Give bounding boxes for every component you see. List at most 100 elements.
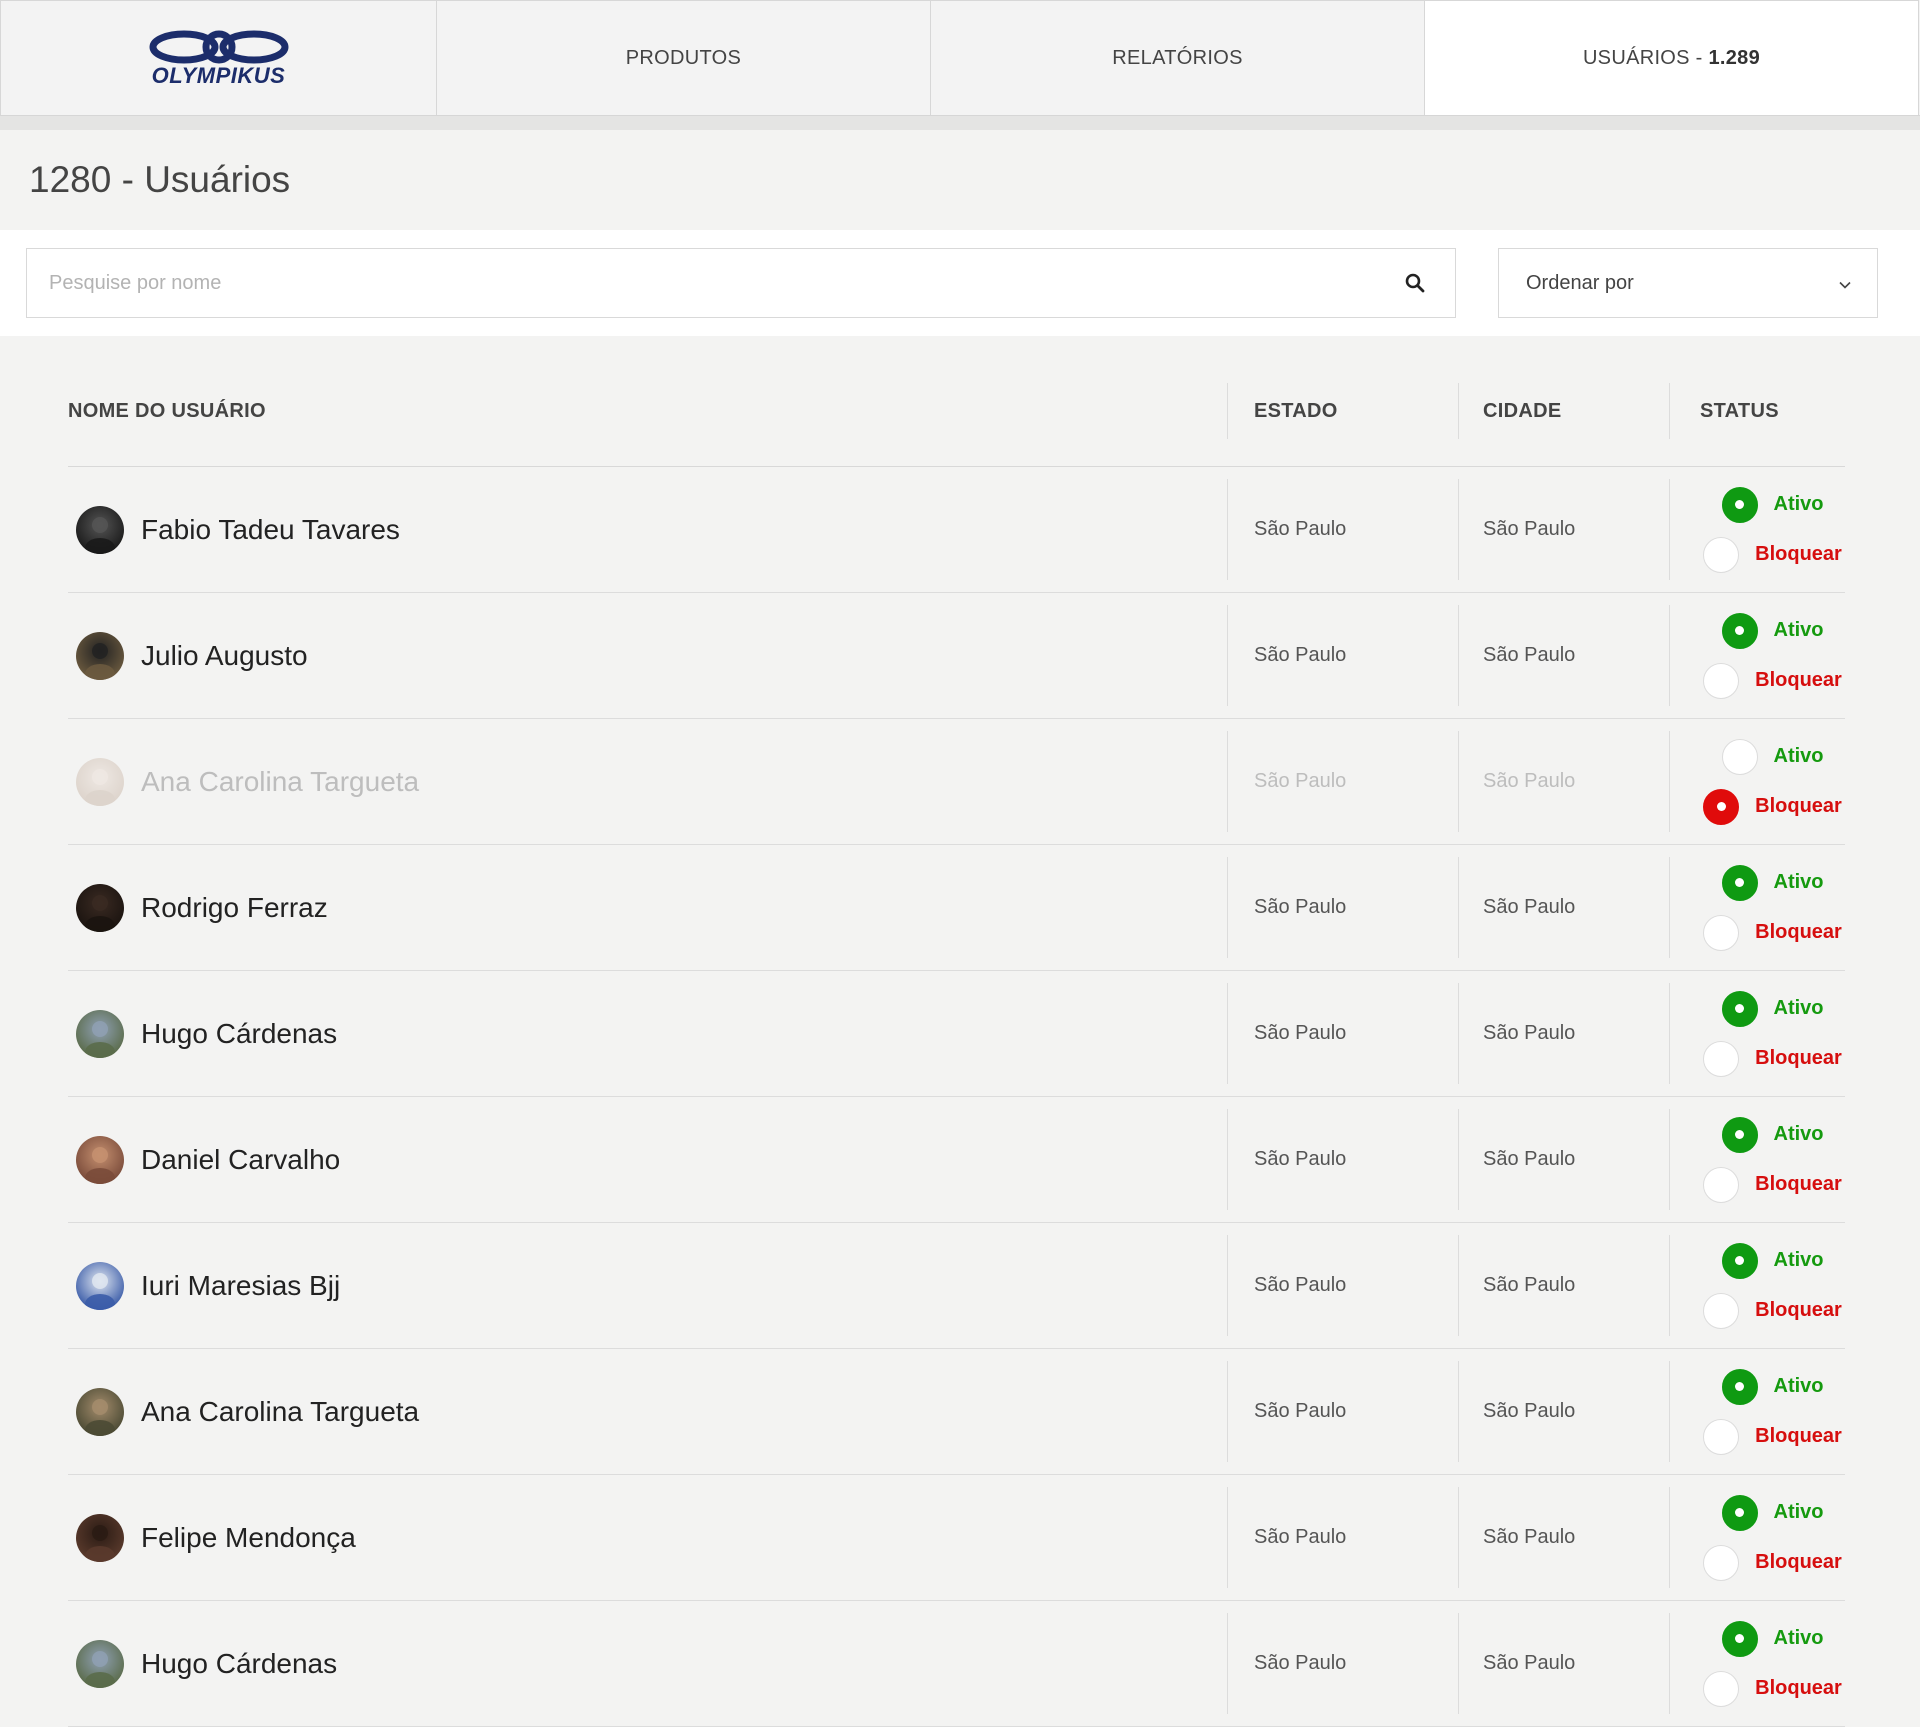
status-block-option[interactable]: Bloquear xyxy=(1703,1166,1842,1203)
status-active-label: Ativo xyxy=(1773,493,1824,515)
user-state: São Paulo xyxy=(1254,1148,1347,1170)
status-active-label: Ativo xyxy=(1773,619,1824,641)
status-block-radio[interactable] xyxy=(1703,1292,1740,1329)
status-active-radio[interactable] xyxy=(1721,1494,1758,1531)
status-cell: Ativo Bloquear xyxy=(1669,1235,1845,1336)
olympikus-logo-icon xyxy=(149,30,288,64)
header-state: ESTADO xyxy=(1227,383,1458,439)
status-block-radio[interactable] xyxy=(1703,662,1740,699)
radio-dot xyxy=(1735,878,1744,887)
user-city-cell: São Paulo xyxy=(1458,1109,1669,1210)
status-block-option[interactable]: Bloquear xyxy=(1703,1670,1842,1707)
user-city: São Paulo xyxy=(1483,644,1576,666)
user-name-cell: Julio Augusto xyxy=(68,605,1227,706)
status-block-option[interactable]: Bloquear xyxy=(1703,1040,1842,1077)
user-name-cell: Daniel Carvalho xyxy=(68,1109,1227,1210)
tab-relatorios[interactable]: RELATÓRIOS xyxy=(931,0,1425,115)
user-state-cell: São Paulo xyxy=(1227,1487,1458,1588)
filter-bar: Ordenar por xyxy=(0,230,1920,336)
status-active-radio[interactable] xyxy=(1721,990,1758,1027)
user-city: São Paulo xyxy=(1483,1400,1576,1422)
sort-select[interactable]: Ordenar por xyxy=(1498,248,1878,318)
status-block-label: Bloquear xyxy=(1755,669,1842,691)
radio-dot xyxy=(1735,626,1744,635)
status-block-option[interactable]: Bloquear xyxy=(1703,788,1842,825)
status-block-option[interactable]: Bloquear xyxy=(1703,1544,1842,1581)
user-state-cell: São Paulo xyxy=(1227,983,1458,1084)
sort-label: Ordenar por xyxy=(1526,271,1634,294)
user-state-cell: São Paulo xyxy=(1227,1613,1458,1714)
table-header: NOME DO USUÁRIO ESTADO CIDADE STATUS xyxy=(68,356,1845,467)
status-active-option[interactable]: Ativo xyxy=(1721,1620,1824,1657)
user-name: Rodrigo Ferraz xyxy=(141,891,328,923)
status-active-radio[interactable] xyxy=(1721,486,1758,523)
status-active-option[interactable]: Ativo xyxy=(1721,990,1824,1027)
status-block-label: Bloquear xyxy=(1755,1551,1842,1573)
tab-usuarios[interactable]: USUÁRIOS - 1.289 xyxy=(1425,0,1919,115)
status-cell: Ativo Bloquear xyxy=(1669,479,1845,580)
status-active-radio[interactable] xyxy=(1721,1242,1758,1279)
user-city: São Paulo xyxy=(1483,1148,1576,1170)
user-state-cell: São Paulo xyxy=(1227,857,1458,958)
avatar xyxy=(76,1261,124,1310)
search-icon[interactable] xyxy=(1403,271,1427,295)
status-active-option[interactable]: Ativo xyxy=(1721,1242,1824,1279)
status-block-radio[interactable] xyxy=(1703,536,1740,573)
status-block-radio[interactable] xyxy=(1703,914,1740,951)
status-active-radio[interactable] xyxy=(1721,1368,1758,1405)
user-name: Ana Carolina Targueta xyxy=(141,765,420,797)
status-block-option[interactable]: Bloquear xyxy=(1703,1418,1842,1455)
status-active-option[interactable]: Ativo xyxy=(1721,1368,1824,1405)
status-active-radio[interactable] xyxy=(1721,1620,1758,1657)
user-city-cell: São Paulo xyxy=(1458,1613,1669,1714)
status-block-label: Bloquear xyxy=(1755,1425,1842,1447)
user-state-cell: São Paulo xyxy=(1227,1235,1458,1336)
user-name-cell: Ana Carolina Targueta xyxy=(68,1361,1227,1462)
status-block-radio[interactable] xyxy=(1703,1040,1740,1077)
status-block-option[interactable]: Bloquear xyxy=(1703,662,1842,699)
status-cell: Ativo Bloquear xyxy=(1669,605,1845,706)
status-block-radio[interactable] xyxy=(1703,1544,1740,1581)
status-block-radio[interactable] xyxy=(1703,1418,1740,1455)
users-table: NOME DO USUÁRIO ESTADO CIDADE STATUS Fab… xyxy=(0,356,1920,1727)
status-active-label: Ativo xyxy=(1773,1501,1824,1523)
status-active-radio[interactable] xyxy=(1721,612,1758,649)
brand-logo[interactable]: OLYMPIKUS xyxy=(0,0,437,115)
header-name: NOME DO USUÁRIO xyxy=(68,399,266,422)
user-state: São Paulo xyxy=(1254,1526,1347,1548)
status-block-label: Bloquear xyxy=(1755,1677,1842,1699)
status-active-option[interactable]: Ativo xyxy=(1721,486,1824,523)
status-block-radio[interactable] xyxy=(1703,1670,1740,1707)
status-active-option[interactable]: Ativo xyxy=(1721,864,1824,901)
avatar xyxy=(76,1135,124,1184)
tab-produtos[interactable]: PRODUTOS xyxy=(437,0,931,115)
search-input[interactable] xyxy=(47,270,1403,296)
status-active-option[interactable]: Ativo xyxy=(1721,1494,1824,1531)
status-block-option[interactable]: Bloquear xyxy=(1703,914,1842,951)
table-row: Hugo Cárdenas São Paulo São Paulo Ativo … xyxy=(68,971,1845,1097)
status-active-radio[interactable] xyxy=(1721,864,1758,901)
status-active-option[interactable]: Ativo xyxy=(1721,612,1824,649)
status-block-option[interactable]: Bloquear xyxy=(1703,536,1842,573)
status-block-label: Bloquear xyxy=(1755,1173,1842,1195)
status-block-label: Bloquear xyxy=(1755,795,1842,817)
nav-divider xyxy=(0,116,1920,130)
table-row: Felipe Mendonça São Paulo São Paulo Ativ… xyxy=(68,1475,1845,1601)
status-active-radio[interactable] xyxy=(1721,738,1758,775)
status-block-option[interactable]: Bloquear xyxy=(1703,1292,1842,1329)
status-block-radio[interactable] xyxy=(1703,788,1740,825)
user-city-cell: São Paulo xyxy=(1458,1361,1669,1462)
status-active-option[interactable]: Ativo xyxy=(1721,1116,1824,1153)
status-block-label: Bloquear xyxy=(1755,921,1842,943)
user-state: São Paulo xyxy=(1254,1652,1347,1674)
status-active-radio[interactable] xyxy=(1721,1116,1758,1153)
avatar xyxy=(76,1639,124,1688)
user-name: Felipe Mendonça xyxy=(141,1521,356,1553)
user-name: Julio Augusto xyxy=(141,639,308,671)
status-active-option[interactable]: Ativo xyxy=(1721,738,1824,775)
radio-dot xyxy=(1735,1634,1744,1643)
user-city-cell: São Paulo xyxy=(1458,1487,1669,1588)
user-city-cell: São Paulo xyxy=(1458,857,1669,958)
radio-dot xyxy=(1716,802,1726,811)
status-block-radio[interactable] xyxy=(1703,1166,1740,1203)
